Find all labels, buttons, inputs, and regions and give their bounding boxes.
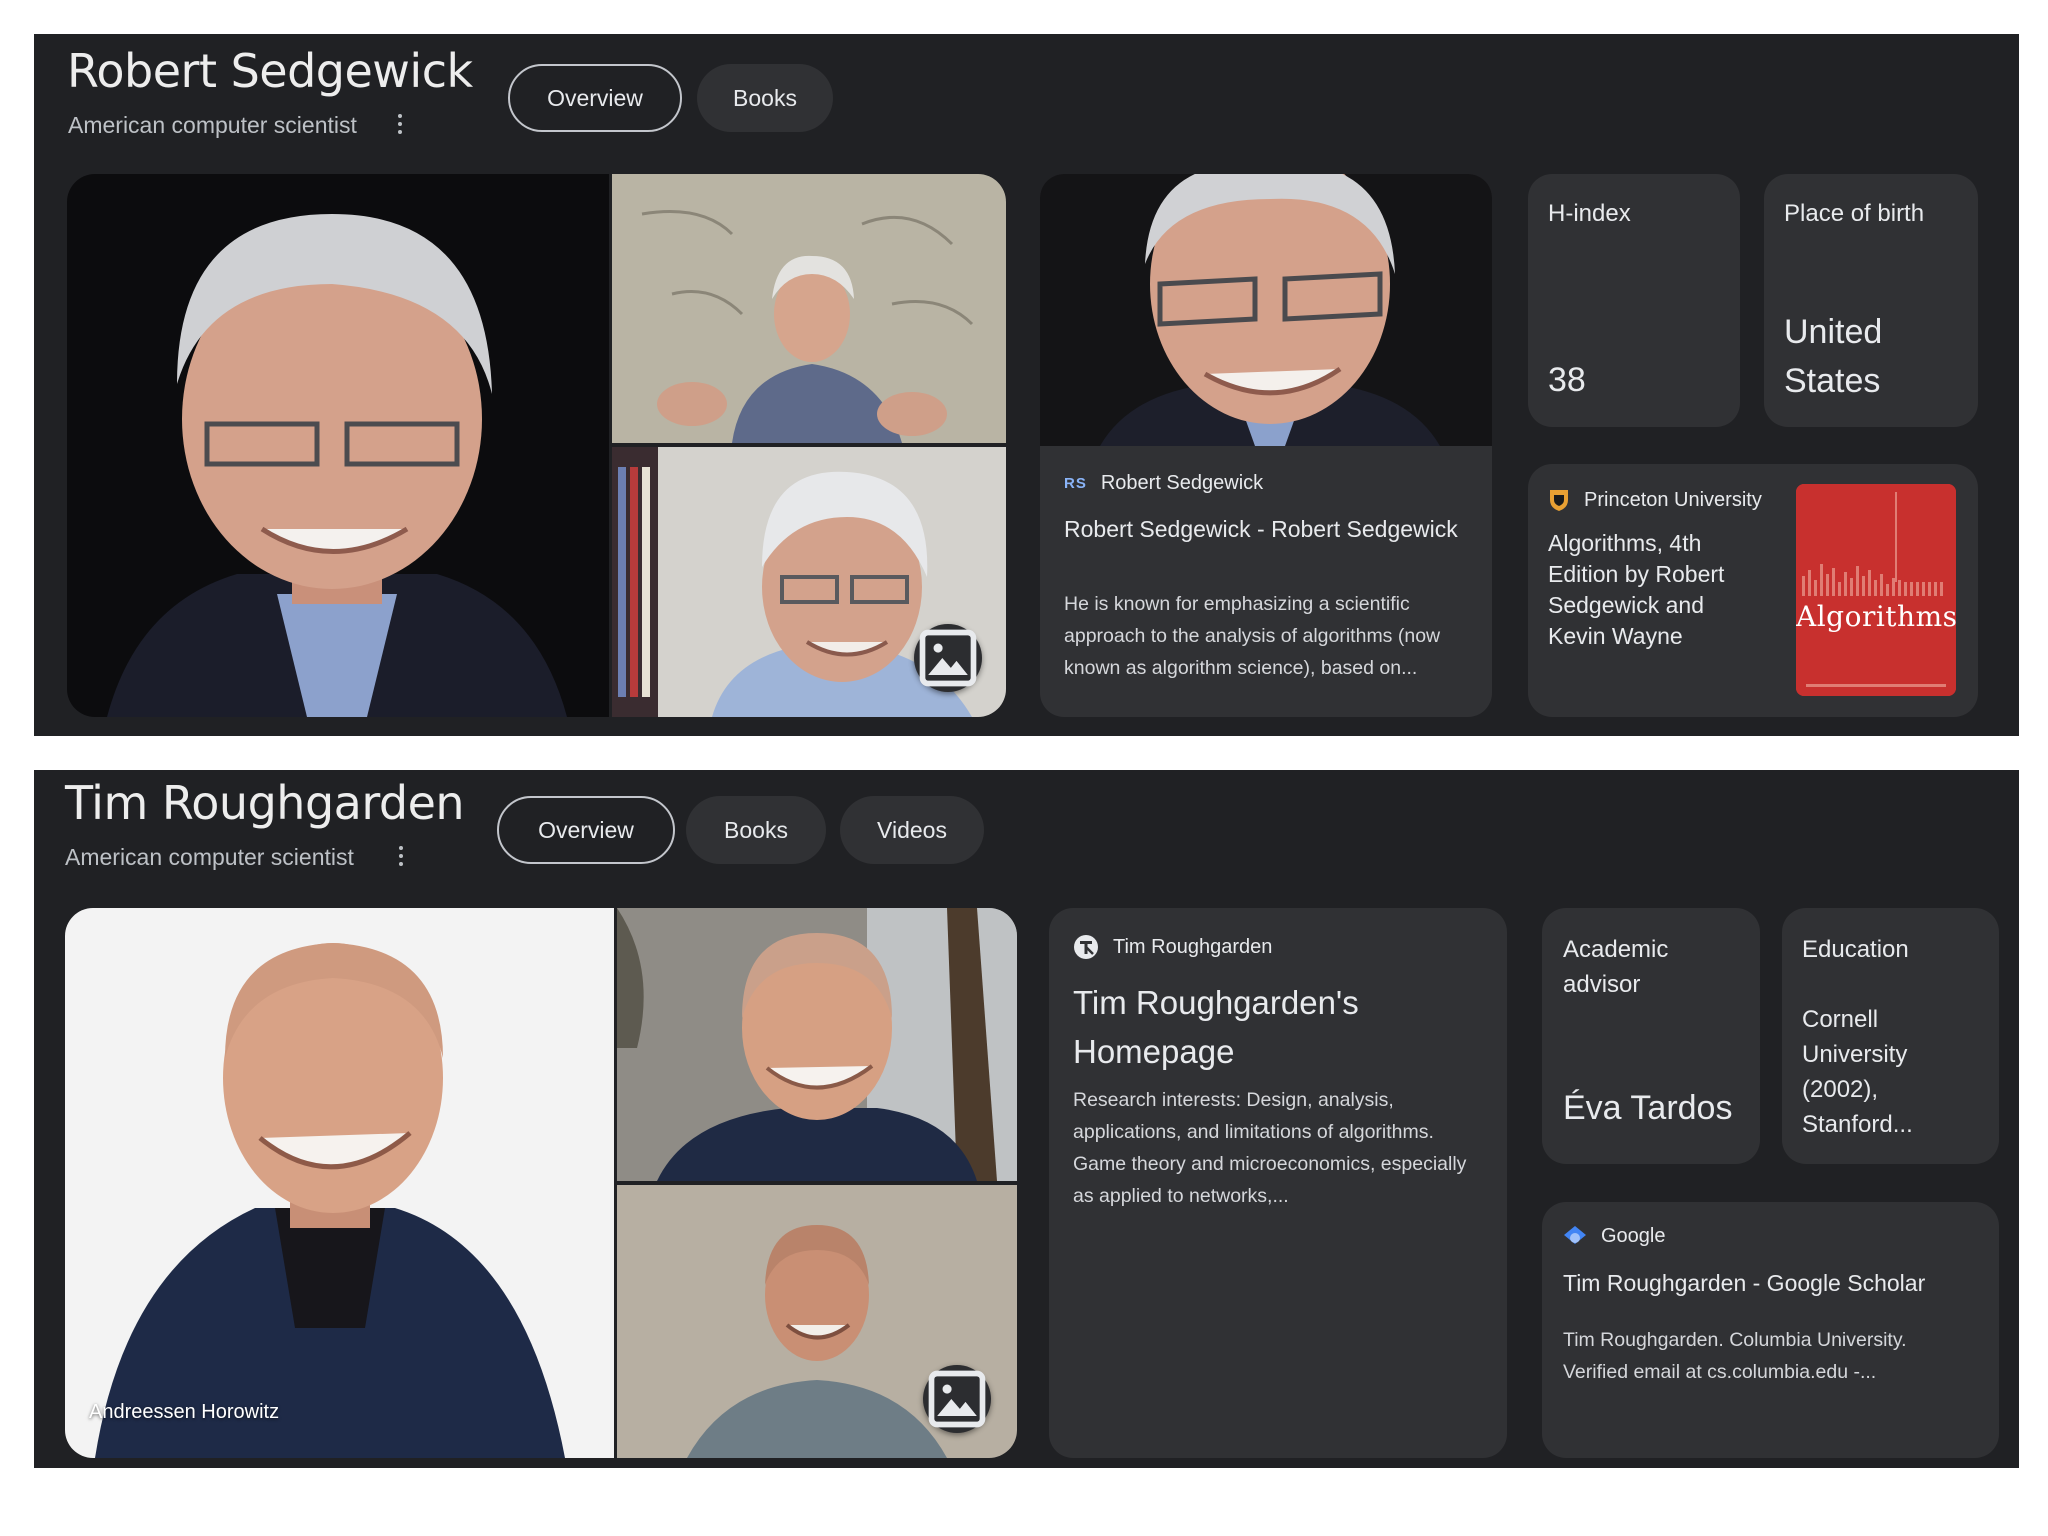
- princeton-shield-icon: [1550, 490, 1568, 511]
- fact-label: Education: [1802, 936, 1909, 963]
- photo-caption: Andreessen Horowitz: [89, 1401, 280, 1423]
- main-photo[interactable]: Andreessen Horowitz: [65, 908, 614, 1458]
- fact-card-academic-advisor[interactable]: Academic advisor Éva Tardos: [1542, 908, 1760, 1164]
- tab-books[interactable]: Books: [686, 796, 826, 864]
- result-snippet: Research interests: Design, analysis, ap…: [1073, 1089, 1467, 1207]
- source-name: Princeton University: [1584, 488, 1762, 511]
- result-source: Google: [1563, 1224, 1666, 1248]
- more-options-icon[interactable]: [397, 114, 403, 138]
- source-name: Robert Sedgewick: [1100, 472, 1264, 494]
- tab-books[interactable]: Books: [697, 64, 833, 132]
- book-cover-image: Algorithms: [1796, 484, 1956, 696]
- fact-value: Cornell University (2002), Stanford...: [1802, 1006, 1913, 1138]
- fact-card-education[interactable]: Education Cornell University (2002), Sta…: [1782, 908, 1999, 1164]
- fact-card-place-of-birth[interactable]: Place of birth United States: [1764, 174, 1978, 427]
- fact-label: H-index: [1548, 200, 1631, 227]
- tab-videos[interactable]: Videos: [840, 796, 984, 864]
- knowledge-panel-roughgarden: Tim Roughgarden American computer scient…: [34, 770, 2019, 1468]
- fact-label: Place of birth: [1784, 200, 1925, 227]
- tab-overview[interactable]: Overview: [497, 796, 675, 864]
- image-gallery-button[interactable]: [923, 1365, 991, 1433]
- result-title[interactable]: Algorithms, 4th Edition by Robert Sedgew…: [1548, 528, 1758, 652]
- result-source: Princeton University: [1548, 488, 1762, 512]
- result-snippet: Tim Roughgarden. Columbia University. Ve…: [1563, 1329, 1907, 1383]
- web-result-card[interactable]: Tim Roughgarden Tim Roughgarden's Homepa…: [1049, 908, 1507, 1458]
- fact-card-h-index[interactable]: H-index 38: [1528, 174, 1740, 427]
- knowledge-panel-sedgewick: Robert Sedgewick American computer scien…: [34, 34, 2019, 736]
- web-result-card[interactable]: RS Robert Sedgewick Robert Sedgewick - R…: [1040, 174, 1492, 717]
- tab-overview[interactable]: Overview: [508, 64, 682, 132]
- more-options-icon[interactable]: [398, 846, 404, 870]
- book-cover-title: Algorithms: [1796, 600, 1956, 633]
- result-source: Tim Roughgarden: [1073, 934, 1272, 960]
- book-result-card[interactable]: Princeton University Algorithms, 4th Edi…: [1528, 464, 1978, 717]
- photo-whiteboard[interactable]: [612, 447, 1006, 717]
- image-gallery-button[interactable]: [914, 624, 982, 692]
- subtitle: American computer scientist: [68, 112, 357, 138]
- fact-value: Éva Tardos: [1563, 1089, 1733, 1127]
- photo-outdoor[interactable]: [617, 908, 1017, 1181]
- image-icon: [919, 629, 977, 687]
- result-source: RS Robert Sedgewick: [1064, 472, 1263, 495]
- site-logo-icon: [1074, 935, 1098, 959]
- source-badge-icon: RS: [1064, 475, 1087, 492]
- scholar-result-card[interactable]: Google Tim Roughgarden - Google Scholar …: [1542, 1202, 1999, 1458]
- page-title: Robert Sedgewick: [67, 44, 473, 98]
- photo-lecturing[interactable]: [612, 174, 1006, 443]
- fact-value: United States: [1784, 313, 1883, 400]
- result-title[interactable]: Tim Roughgarden - Google Scholar: [1563, 1266, 1983, 1300]
- google-scholar-icon: [1564, 1226, 1586, 1244]
- fact-value: 38: [1548, 361, 1586, 399]
- source-name: Tim Roughgarden: [1113, 935, 1273, 958]
- image-icon: [928, 1370, 986, 1428]
- web-result-image: [1040, 174, 1492, 446]
- subtitle: American computer scientist: [65, 844, 354, 870]
- source-name: Google: [1601, 1224, 1666, 1247]
- result-title[interactable]: Robert Sedgewick - Robert Sedgewick: [1064, 512, 1459, 547]
- result-snippet: He is known for emphasizing a scientific…: [1064, 593, 1441, 679]
- fact-label: Academic advisor: [1563, 936, 1669, 998]
- photo-portrait[interactable]: [617, 1185, 1017, 1458]
- main-photo[interactable]: [67, 174, 609, 717]
- page-title: Tim Roughgarden: [65, 776, 465, 830]
- result-title[interactable]: Tim Roughgarden's Homepage: [1073, 978, 1483, 1076]
